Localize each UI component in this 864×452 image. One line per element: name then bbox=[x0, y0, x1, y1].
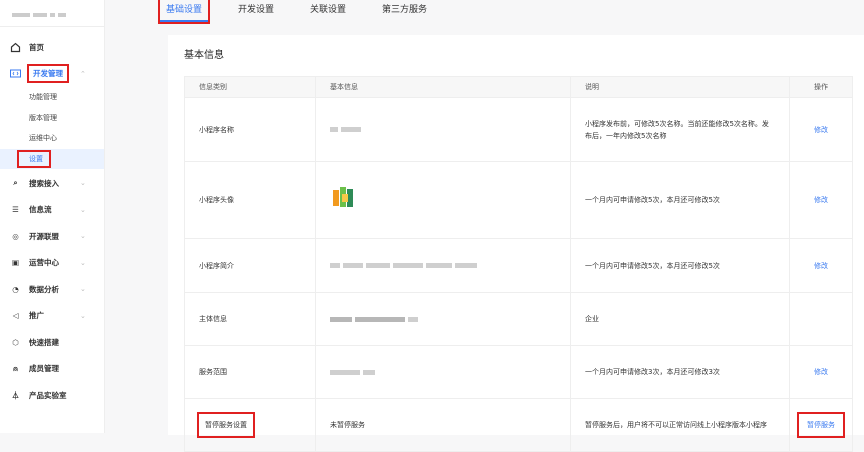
row-category: 小程序名称 bbox=[184, 97, 316, 162]
edit-link[interactable]: 修改 bbox=[814, 368, 828, 376]
megaphone-icon: ◁ bbox=[12, 311, 19, 321]
chevron-down-icon: ⌄ bbox=[80, 285, 86, 294]
sidebar-item-label: 产品实验室 bbox=[29, 390, 67, 400]
tab-third-party[interactable]: 第三方服务 bbox=[376, 0, 433, 22]
sidebar-item-operations[interactable]: ▣ 运营中心 ⌄ bbox=[0, 250, 104, 277]
sidebar-item-label: 设置 bbox=[17, 149, 51, 168]
row-description: 一个月内可申请修改5次，本月还可修改5次 bbox=[570, 238, 790, 293]
sidebar-item-label: 数据分析 bbox=[29, 284, 59, 294]
table-row: 暂停服务设置 未暂停服务 暂停服务后，用户将不可以正常访问线上小程序版本小程序 … bbox=[184, 398, 853, 452]
edit-link[interactable]: 修改 bbox=[814, 126, 828, 134]
sidebar-item-feed[interactable]: ☰ 信息流 ⌄ bbox=[0, 197, 104, 224]
code-icon bbox=[10, 68, 21, 79]
table-row: 小程序名称 小程序发布前，可修改5次名称。当前还能修改5次名称。发布后，一年内修… bbox=[184, 97, 853, 162]
tab-dev-settings[interactable]: 开发设置 bbox=[232, 0, 280, 22]
column-header: 说明 bbox=[570, 76, 790, 98]
home-icon bbox=[10, 42, 21, 53]
column-header: 基本信息 bbox=[315, 76, 571, 98]
tab-basic-settings[interactable]: 基础设置 bbox=[157, 0, 211, 24]
chevron-down-icon: ⌄ bbox=[80, 205, 86, 214]
chevron-down-icon: ⌄ bbox=[80, 311, 86, 320]
row-category: 主体信息 bbox=[184, 292, 316, 346]
edit-link[interactable]: 修改 bbox=[814, 196, 828, 204]
row-category: 服务范围 bbox=[184, 345, 316, 399]
chevron-up-icon: ⌃ bbox=[80, 69, 86, 78]
row-description: 企业 bbox=[570, 292, 790, 346]
table-header: 信息类别 基本信息 说明 操作 bbox=[184, 76, 853, 98]
table-row: 服务范围 一个月内可申请修改3次，本月还可修改3次 修改 bbox=[184, 345, 853, 399]
user-icon: ⍝ bbox=[13, 363, 18, 373]
sidebar-subitem-settings[interactable]: 设置 bbox=[0, 148, 104, 169]
sidebar-subitem-ops-center[interactable]: 运维中心 bbox=[0, 128, 104, 149]
basic-info-table: 信息类别 基本信息 说明 操作 小程序名称 小程序发布前，可修改5次名称。当前还… bbox=[184, 76, 853, 452]
sidebar-item-members[interactable]: ⍝ 成员管理 bbox=[0, 356, 104, 383]
operations-icon: ▣ bbox=[11, 258, 20, 268]
row-description: 暂停服务后，用户将不可以正常访问线上小程序版本小程序 bbox=[570, 398, 790, 452]
sidebar-item-label: 成员管理 bbox=[29, 364, 59, 374]
row-description: 一个月内可申请修改5次，本月还可修改5次 bbox=[570, 161, 790, 239]
sidebar-item-label: 开发管理 bbox=[27, 64, 69, 84]
row-description: 一个月内可申请修改3次，本月还可修改3次 bbox=[570, 345, 790, 399]
chevron-down-icon: ⌄ bbox=[80, 179, 86, 188]
row-info: 未暂停服务 bbox=[315, 398, 571, 452]
column-header: 信息类别 bbox=[184, 76, 316, 98]
sidebar-item-dev-management[interactable]: 开发管理 ⌃ bbox=[0, 61, 104, 88]
edit-link[interactable]: 修改 bbox=[814, 262, 828, 270]
chevron-down-icon: ⌄ bbox=[80, 232, 86, 241]
table-row: 主体信息 企业 bbox=[184, 292, 853, 346]
sidebar-item-alliance[interactable]: ◎ 开源联盟 ⌄ bbox=[0, 223, 104, 250]
app-logo bbox=[0, 0, 104, 27]
sidebar-item-label: 运营中心 bbox=[29, 258, 59, 268]
basic-info-card: 基本信息 信息类别 基本信息 说明 操作 小程序名称 小程序发布前，可修改5次名… bbox=[168, 35, 864, 452]
row-info-redacted bbox=[315, 97, 571, 162]
row-info-redacted bbox=[315, 292, 571, 346]
sidebar-item-analytics[interactable]: ◔ 数据分析 ⌄ bbox=[0, 276, 104, 303]
tab-linked-settings[interactable]: 关联设置 bbox=[304, 0, 352, 22]
sidebar-item-label: 推广 bbox=[29, 311, 44, 321]
sidebar-item-label: 开源联盟 bbox=[29, 231, 59, 241]
sidebar-item-label: 搜索接入 bbox=[29, 178, 59, 188]
sidebar-item-search[interactable]: ⌕ 搜索接入 ⌄ bbox=[0, 170, 104, 197]
table-row: 小程序简介 一个月内可申请修改5次，本月还可修改5次 修改 bbox=[184, 238, 853, 293]
settings-tabs: 基础设置 开发设置 关联设置 第三方服务 bbox=[157, 0, 457, 24]
row-info-redacted bbox=[315, 238, 571, 293]
cube-icon: ⬡ bbox=[12, 337, 19, 347]
sidebar-item-lab[interactable]: ⏃ 产品实验室 bbox=[0, 382, 104, 409]
row-category: 小程序头像 bbox=[184, 161, 316, 239]
chevron-down-icon: ⌄ bbox=[80, 258, 86, 267]
column-header: 操作 bbox=[789, 76, 853, 98]
row-category: 小程序简介 bbox=[184, 238, 316, 293]
alliance-icon: ◎ bbox=[12, 231, 19, 241]
search-icon: ⌕ bbox=[13, 178, 18, 188]
sidebar-item-label: 信息流 bbox=[29, 205, 52, 215]
flask-icon: ⏃ bbox=[11, 390, 20, 400]
sidebar-item-home[interactable]: 首页 bbox=[0, 34, 104, 61]
table-row: 小程序头像 一个月内可申请修改5次，本月还可修改5次 修改 bbox=[184, 161, 853, 239]
feed-icon: ☰ bbox=[12, 205, 19, 215]
section-title: 基本信息 bbox=[184, 50, 224, 61]
sidebar-item-label: 首页 bbox=[29, 42, 44, 52]
chart-pie-icon: ◔ bbox=[12, 284, 19, 294]
sidebar-item-label: 快速搭建 bbox=[29, 337, 59, 347]
sidebar-subitem-versions[interactable]: 版本管理 bbox=[0, 108, 104, 129]
sidebar-subitem-features[interactable]: 功能管理 bbox=[0, 87, 104, 108]
sidebar-item-quick-build[interactable]: ⬡ 快速搭建 bbox=[0, 329, 104, 356]
row-description: 小程序发布前，可修改5次名称。当前还能修改5次名称。发布后，一年内修改5次名称 bbox=[570, 97, 790, 162]
row-info-redacted bbox=[315, 345, 571, 399]
sidebar-item-promotion[interactable]: ◁ 推广 ⌄ bbox=[0, 303, 104, 330]
sidebar: 首页 开发管理 ⌃ 功能管理 版本管理 运维中心 设置 ⌕ 搜索接入 ⌄ ☰ 信息流 ⌄ … bbox=[0, 0, 105, 433]
avatar-image bbox=[315, 161, 571, 239]
